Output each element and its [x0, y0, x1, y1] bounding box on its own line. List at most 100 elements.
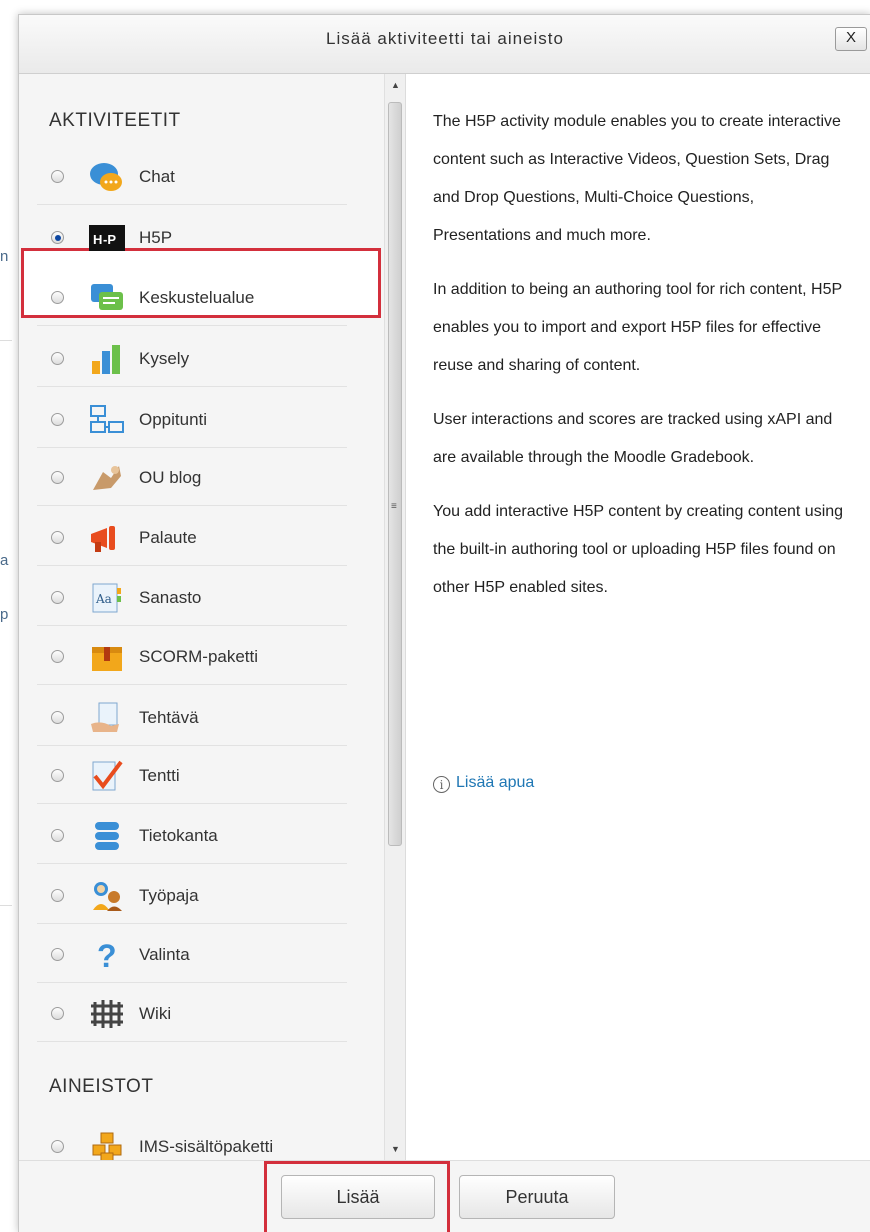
scrollbar-grip-icon: ≡ [391, 501, 397, 512]
module-option-choice[interactable]: ? Valinta [37, 927, 347, 983]
module-option-ims-package[interactable]: IMS-sisältöpaketti [37, 1119, 347, 1160]
add-button-highlight-box [264, 1161, 450, 1232]
radio-button[interactable] [51, 889, 64, 902]
radio-button[interactable] [51, 170, 64, 183]
add-activity-dialog: Lisää aktiviteetti tai aineisto X AKTIVI… [18, 14, 870, 1232]
background-divider [0, 340, 12, 341]
module-label: Wiki [139, 1004, 172, 1023]
module-label: IMS-sisältöpaketti [139, 1137, 274, 1156]
ims-package-icon [89, 1131, 125, 1160]
close-button[interactable]: X [835, 27, 867, 51]
module-option-ou-blog[interactable]: OU blog [37, 450, 347, 506]
module-label: Palaute [139, 528, 197, 547]
scroll-down-arrow-icon[interactable]: ▼ [391, 1144, 400, 1154]
module-label: Valinta [139, 945, 190, 964]
radio-button[interactable] [51, 829, 64, 842]
question-mark-icon: ? [89, 938, 125, 974]
divider [37, 1041, 347, 1042]
module-list-scrollbar[interactable]: ▲ ≡ ▼ [384, 74, 406, 1160]
glossary-icon: Aa [89, 582, 125, 614]
wiki-icon [89, 998, 125, 1030]
module-option-h5p[interactable]: H -P H5P [37, 210, 347, 266]
radio-button[interactable] [51, 650, 64, 663]
module-option-wiki[interactable]: Wiki [37, 986, 347, 1042]
module-option-assignment[interactable]: Tehtävä [37, 690, 347, 746]
database-icon [89, 820, 125, 852]
dialog-header: Lisää aktiviteetti tai aineisto X [19, 15, 870, 74]
radio-button[interactable] [51, 591, 64, 604]
module-label: OU blog [139, 468, 202, 487]
megaphone-icon [89, 522, 125, 554]
h5p-icon: H -P [89, 222, 125, 254]
svg-text:H: H [93, 232, 102, 247]
divider [37, 745, 347, 746]
module-option-forum[interactable]: Keskustelualue [37, 270, 347, 326]
radio-button[interactable] [51, 948, 64, 961]
more-help-label: Lisää apua [456, 774, 535, 791]
divider [37, 565, 347, 566]
description-paragraph: In addition to being an authoring tool f… [433, 281, 842, 374]
radio-button[interactable] [51, 1007, 64, 1020]
background-text-fragment: n [0, 248, 9, 265]
radio-button[interactable] [51, 471, 64, 484]
module-label: Sanasto [139, 588, 202, 607]
background-text-fragment: p [0, 606, 9, 623]
quiz-check-icon [89, 760, 125, 792]
divider [37, 386, 347, 387]
divider [37, 505, 347, 506]
divider [37, 863, 347, 864]
assignment-icon [89, 702, 125, 734]
scorm-package-icon [89, 641, 125, 673]
background-text-fragment: a [0, 552, 9, 569]
module-label: Työpaja [139, 886, 199, 905]
radio-button[interactable] [51, 291, 64, 304]
module-label: Tehtävä [139, 708, 199, 727]
module-label: Keskustelualue [139, 288, 255, 307]
more-help-link[interactable]: i Lisää apua [433, 774, 534, 793]
divider [37, 325, 347, 326]
module-list-panel[interactable]: AKTIVITEETIT Chat H -P H5P Keskustelualu… [19, 74, 384, 1160]
radio-button[interactable] [51, 769, 64, 782]
blog-icon [89, 462, 125, 494]
divider [37, 982, 347, 983]
module-option-survey[interactable]: Kysely [37, 331, 347, 387]
divider [37, 204, 347, 205]
dialog-title: Lisää aktiviteetti tai aineisto [326, 29, 564, 48]
radio-button-selected[interactable] [51, 231, 64, 244]
svg-text:Aa: Aa [95, 592, 112, 606]
divider [37, 684, 347, 685]
module-option-lesson[interactable]: Oppitunti [37, 392, 347, 448]
activities-heading: AKTIVITEETIT [49, 110, 181, 131]
forum-icon [89, 282, 125, 314]
radio-button[interactable] [51, 352, 64, 365]
scroll-up-arrow-icon[interactable]: ▲ [391, 80, 400, 90]
divider [37, 625, 347, 626]
module-label: SCORM-paketti [139, 647, 259, 666]
info-icon: i [433, 776, 450, 793]
svg-text:-P: -P [103, 232, 116, 247]
divider [37, 923, 347, 924]
scrollbar-thumb[interactable]: ≡ [388, 102, 402, 846]
radio-button[interactable] [51, 1140, 64, 1153]
resources-heading: AINEISTOT [49, 1076, 154, 1097]
description-paragraph: User interactions and scores are tracked… [433, 411, 833, 466]
module-option-glossary[interactable]: Aa Sanasto [37, 570, 347, 626]
svg-text:?: ? [97, 939, 117, 971]
radio-button[interactable] [51, 531, 64, 544]
module-option-workshop[interactable]: Työpaja [37, 868, 347, 924]
module-option-chat[interactable]: Chat [37, 149, 347, 205]
radio-button[interactable] [51, 413, 64, 426]
chat-icon [89, 161, 125, 193]
module-option-quiz[interactable]: Tentti [37, 748, 347, 804]
radio-button[interactable] [51, 711, 64, 724]
module-option-feedback[interactable]: Palaute [37, 510, 347, 566]
module-option-database[interactable]: Tietokanta [37, 808, 347, 864]
divider [37, 447, 347, 448]
description-paragraph: The H5P activity module enables you to c… [433, 113, 841, 244]
module-label: Tietokanta [139, 826, 218, 845]
module-option-scorm[interactable]: SCORM-paketti [37, 629, 347, 685]
cancel-button[interactable]: Peruuta [459, 1175, 615, 1219]
module-label: H5P [139, 228, 173, 247]
description-paragraph: You add interactive H5P content by creat… [433, 503, 844, 596]
divider [37, 803, 347, 804]
